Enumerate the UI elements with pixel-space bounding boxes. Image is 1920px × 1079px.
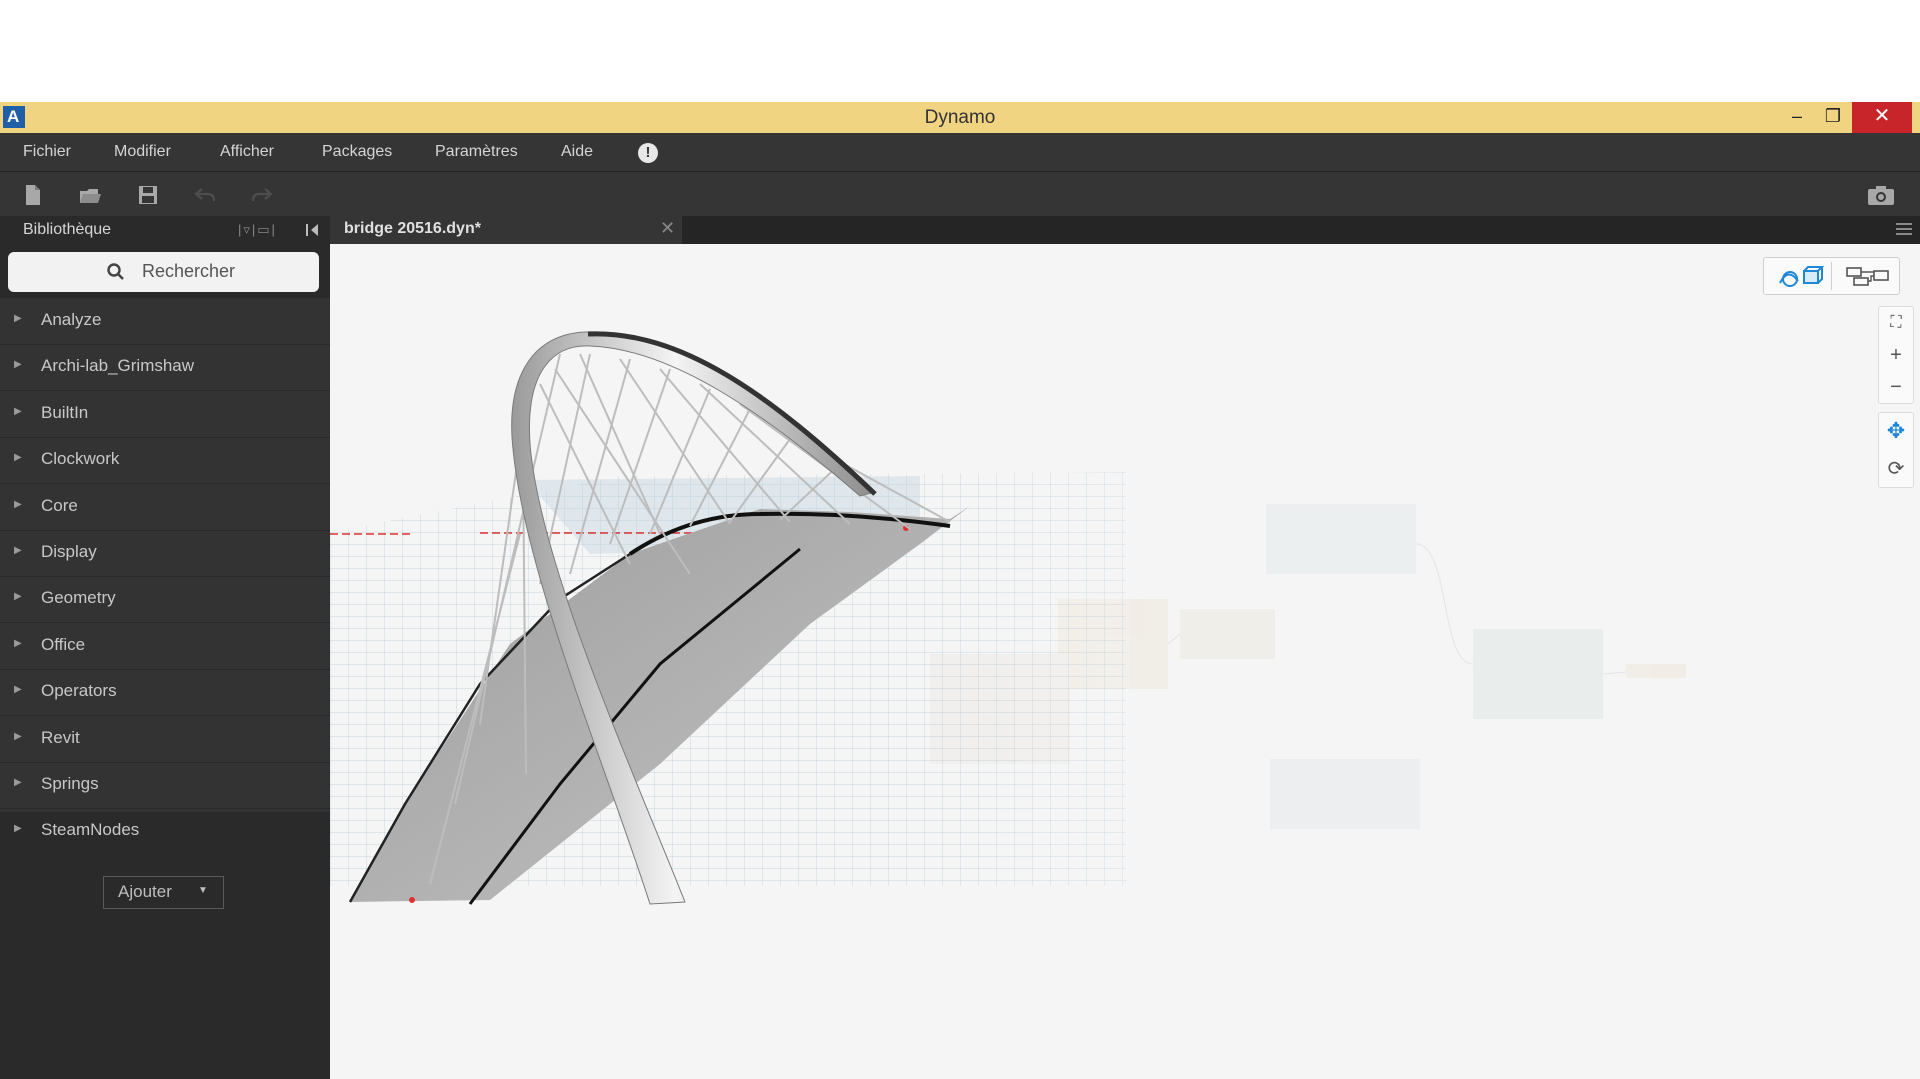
category-label: BuiltIn: [41, 403, 89, 422]
window-title: Dynamo: [924, 107, 996, 128]
expand-arrow-icon: ▶: [14, 684, 22, 695]
library-category-analyze[interactable]: ▶ Analyze: [0, 298, 330, 345]
workspace-canvas[interactable]: ⛶ + − ✥ ⟳: [330, 244, 1920, 1079]
category-label: Analyze: [41, 310, 102, 329]
menu-fichier[interactable]: Fichier: [23, 143, 71, 161]
menu-parametres[interactable]: Paramètres: [435, 143, 518, 161]
expand-arrow-icon: ▶: [14, 359, 22, 370]
collapse-library-icon[interactable]: [306, 224, 320, 236]
toggle-divider: [1831, 262, 1832, 290]
expand-arrow-icon: ▶: [14, 638, 22, 649]
library-category-archi-lab[interactable]: ▶ Archi-lab_Grimshaw: [0, 344, 330, 391]
expand-arrow-icon: ▶: [14, 499, 22, 510]
expand-arrow-icon: ▶: [14, 406, 22, 417]
library-title: Bibliothèque: [23, 221, 112, 238]
toolbar: [0, 172, 1920, 216]
library-category-office[interactable]: ▶ Office: [0, 623, 330, 670]
expand-arrow-icon: ▶: [14, 545, 22, 556]
category-label: Display: [41, 542, 97, 561]
save-icon[interactable]: [136, 183, 160, 207]
zoom-controls: ⛶ + −: [1878, 306, 1914, 404]
geometry-view-icon[interactable]: [1776, 265, 1824, 287]
graph-view-icon[interactable]: [1846, 266, 1890, 286]
expand-arrow-icon: ▶: [14, 591, 22, 602]
library-category-operators[interactable]: ▶ Operators: [0, 669, 330, 716]
navigation-controls: ⛶ + − ✥ ⟳: [1878, 306, 1914, 488]
category-label: Springs: [41, 774, 99, 793]
notification-info-icon[interactable]: !: [638, 143, 658, 163]
library-category-steamnodes[interactable]: ▶ SteamNodes: [0, 808, 330, 854]
library-category-geometry[interactable]: ▶ Geometry: [0, 576, 330, 623]
menu-bar: Fichier Modifier Afficher Packages Param…: [0, 133, 1920, 172]
category-label: Core: [41, 496, 78, 515]
dropdown-caret-icon: ▼: [198, 885, 208, 896]
add-library-button[interactable]: Ajouter ▼: [103, 876, 224, 909]
category-label: Archi-lab_Grimshaw: [41, 356, 195, 375]
expand-arrow-icon: ▶: [14, 452, 22, 463]
library-category-list: ▶ Analyze ▶ Archi-lab_Grimshaw ▶ BuiltIn ▶ C…: [0, 298, 330, 839]
dynamo-window: A Dynamo – ❐ ✕ Fichier Modifier Afficher…: [0, 102, 1920, 1079]
library-category-core[interactable]: ▶ Core: [0, 484, 330, 531]
redo-icon[interactable]: [250, 183, 274, 207]
workspace-tab-strip: bridge 20516.dyn* ✕: [330, 216, 1920, 244]
tab-menu-icon[interactable]: [1896, 222, 1912, 236]
zoom-in-icon[interactable]: +: [1879, 339, 1913, 371]
tab-close-icon[interactable]: ✕: [660, 218, 675, 239]
library-category-springs[interactable]: ▶ Springs: [0, 762, 330, 809]
category-label: Clockwork: [41, 449, 120, 468]
category-label: SteamNodes: [41, 820, 140, 839]
camera-mode-controls: ✥ ⟳: [1878, 412, 1914, 488]
title-bar: A Dynamo – ❐ ✕: [0, 102, 1920, 133]
library-panel: Bibliothèque |▿|▭| Rechercher ▶ Analyze ▶…: [0, 216, 330, 1079]
menu-afficher[interactable]: Afficher: [220, 143, 274, 161]
view-mode-toggle: [1763, 257, 1900, 295]
category-label: Revit: [41, 728, 80, 747]
category-label: Office: [41, 635, 86, 654]
orbit-icon[interactable]: ⟳: [1879, 453, 1913, 485]
library-category-clockwork[interactable]: ▶ Clockwork: [0, 437, 330, 484]
screenshot-camera-icon[interactable]: [1866, 183, 1896, 207]
category-label: Geometry: [41, 588, 116, 607]
new-file-icon[interactable]: [21, 183, 45, 207]
expand-arrow-icon: ▶: [14, 731, 22, 742]
library-category-revit[interactable]: ▶ Revit: [0, 716, 330, 763]
expand-arrow-icon: ▶: [14, 777, 22, 788]
search-icon: [107, 263, 124, 280]
library-search-input[interactable]: Rechercher: [8, 252, 319, 292]
close-button[interactable]: ✕: [1852, 102, 1912, 133]
library-view-options[interactable]: |▿|▭|: [238, 222, 277, 238]
library-category-builtin[interactable]: ▶ BuiltIn: [0, 391, 330, 438]
tab-label: bridge 20516.dyn*: [344, 220, 481, 237]
expand-arrow-icon: ▶: [14, 313, 22, 324]
search-placeholder: Rechercher: [142, 261, 236, 281]
minimize-button[interactable]: –: [1778, 102, 1816, 133]
zoom-out-icon[interactable]: −: [1879, 371, 1913, 403]
menu-packages[interactable]: Packages: [322, 143, 392, 161]
pan-icon[interactable]: ✥: [1879, 415, 1913, 447]
open-file-icon[interactable]: [78, 183, 102, 207]
3d-background-preview[interactable]: [330, 244, 1920, 1079]
expand-arrow-icon: ▶: [14, 823, 22, 834]
menu-aide[interactable]: Aide: [561, 143, 593, 161]
maximize-button[interactable]: ❐: [1814, 102, 1852, 133]
zoom-fit-icon[interactable]: ⛶: [1879, 307, 1913, 339]
undo-icon[interactable]: [193, 183, 217, 207]
add-button-label: Ajouter: [118, 882, 172, 901]
category-label: Operators: [41, 681, 117, 700]
menu-modifier[interactable]: Modifier: [114, 143, 171, 161]
library-header: Bibliothèque |▿|▭|: [0, 216, 330, 244]
tab-bridge-file[interactable]: bridge 20516.dyn* ✕: [330, 216, 682, 244]
library-category-display[interactable]: ▶ Display: [0, 530, 330, 577]
